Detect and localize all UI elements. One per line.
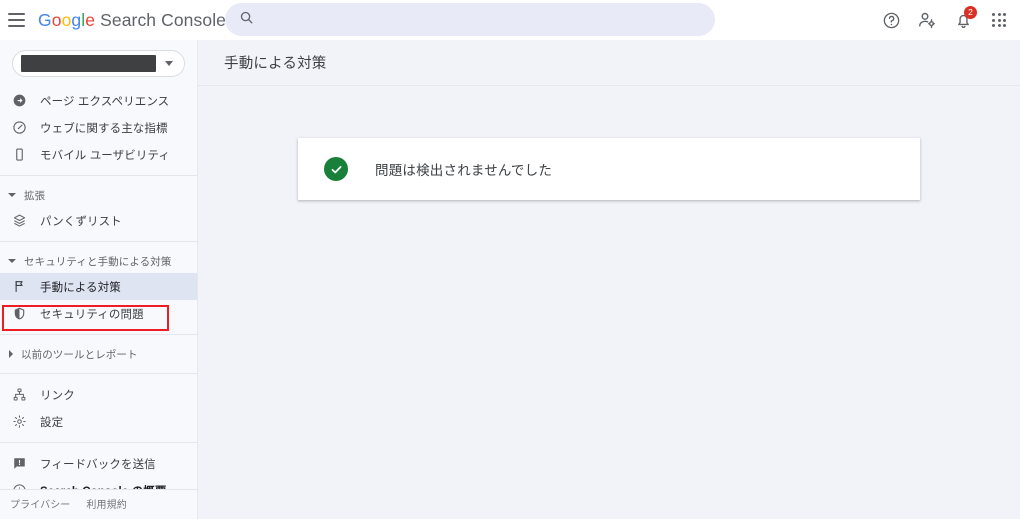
notification-count-badge: 2 [964,6,977,19]
sidebar-item-mobile-usability[interactable]: モバイル ユーザビリティ [0,141,197,168]
sidebar-item-links[interactable]: リンク [0,381,197,408]
chevron-down-icon [165,61,173,66]
core-web-vitals-gauge-icon [10,119,28,137]
search-console-app: Google Search Console 2 ページ エクスペリエンス ウェブ… [0,0,1020,519]
chevron-down-icon [8,193,16,197]
sidebar-divider-2 [0,241,197,242]
account-settings-icon[interactable] [912,5,942,35]
links-hierarchy-icon [10,386,28,404]
page-title-bar: 手動による対策 [198,40,1020,86]
property-name-redacted [21,55,156,72]
mobile-device-icon [10,146,28,164]
sidebar-item-send-feedback[interactable]: フィードバックを送信 [0,450,197,477]
feedback-icon [10,455,28,473]
google-wordmark: Google [38,9,96,30]
breadcrumbs-layers-icon [10,212,28,230]
sidebar-item-label: パンくずリスト [40,215,122,228]
notifications-bell-icon[interactable]: 2 [948,5,978,35]
page-title: 手動による対策 [224,56,327,72]
sidebar-group-security[interactable]: セキュリティと手動による対策 [0,249,197,273]
status-card: 問題は検出されませんでした [298,138,920,200]
sidebar-item-breadcrumbs[interactable]: パンくずリスト [0,207,197,234]
sidebar-group-legacy-tools[interactable]: 以前のツールとレポート [0,342,197,366]
status-message: 問題は検出されませんでした [375,163,553,178]
sidebar-divider-3 [0,334,197,335]
shield-icon [10,305,28,323]
sidebar-item-label: フィードバックを送信 [40,458,156,471]
search-bar[interactable] [225,3,715,36]
search-input[interactable] [265,12,701,27]
page-experience-icon [10,92,28,110]
sidebar-item-label: ウェブに関する主な指標 [40,122,168,135]
header-action-icons: 2 [876,0,1014,40]
sidebar-item-label: モバイル ユーザビリティ [40,149,170,162]
sidebar-item-label: 設定 [40,416,64,429]
main-content-area: 手動による対策 問題は検出されませんでした [198,40,1020,519]
privacy-link[interactable]: プライバシー [10,496,70,511]
flag-icon [10,278,28,296]
sidebar-item-label: ページ エクスペリエンス [40,95,170,108]
sidebar-item-label: リンク [40,389,75,402]
sidebar-divider-4 [0,373,197,374]
sidebar-group-label: セキュリティと手動による対策 [24,255,172,268]
content-body: 問題は検出されませんでした [198,86,1020,200]
property-selector[interactable] [12,50,185,77]
settings-gear-icon [10,413,28,431]
sidebar-item-page-experience[interactable]: ページ エクスペリエンス [0,87,197,114]
sidebar-divider-5 [0,442,197,443]
chevron-down-icon [8,259,16,263]
hamburger-menu-icon[interactable] [8,9,30,31]
sidebar-footer-links: プライバシー 利用規約 [0,489,197,519]
green-check-circle-icon [324,157,348,181]
help-icon[interactable] [876,5,906,35]
sidebar-item-security-issues[interactable]: セキュリティの問題 [0,300,197,327]
terms-link[interactable]: 利用規約 [86,496,126,511]
sidebar-item-settings[interactable]: 設定 [0,408,197,435]
sidebar-navigation: ページ エクスペリエンス ウェブに関する主な指標 モバイル ユーザビリティ 拡張… [0,40,198,519]
brand-suffix-label: Search Console [100,9,227,30]
brand-logo[interactable]: Google Search Console [38,10,226,31]
sidebar-group-enhancements[interactable]: 拡張 [0,183,197,207]
sidebar-item-label: 手動による対策 [40,281,121,294]
search-icon [239,10,254,30]
top-header-bar: Google Search Console 2 [0,0,1020,40]
apps-grid-dots [992,13,1006,27]
apps-grid-icon[interactable] [984,5,1014,35]
sidebar-item-label: セキュリティの問題 [40,308,144,321]
sidebar-item-core-web-vitals[interactable]: ウェブに関する主な指標 [0,114,197,141]
sidebar-item-manual-actions[interactable]: 手動による対策 [0,273,197,300]
sidebar-group-label: 以前のツールとレポート [21,348,138,361]
chevron-right-icon [9,350,13,358]
sidebar-group-label: 拡張 [24,189,46,202]
sidebar-divider-1 [0,175,197,176]
